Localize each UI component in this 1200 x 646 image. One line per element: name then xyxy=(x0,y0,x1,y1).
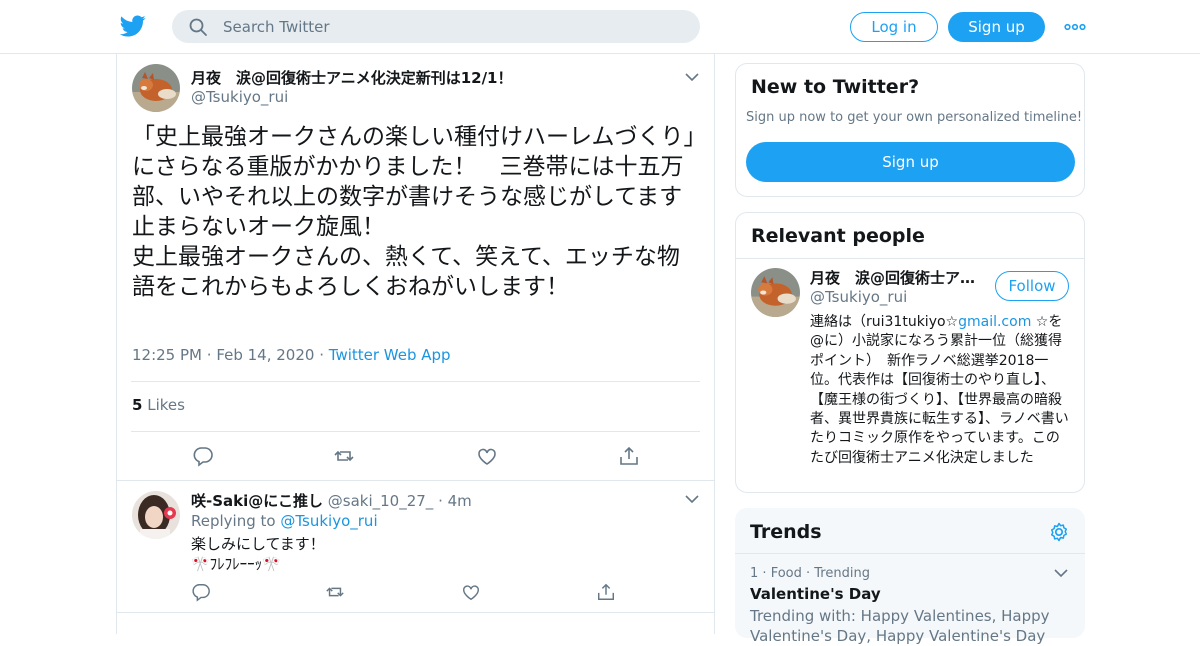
reply-text: 楽しみにしてます！ 🎌ﾌﾚﾌﾚｰｰｯ🎌 xyxy=(191,535,325,573)
tweet-text: 「史上最強オークさんの楽しい種付けハーレムづくり」にさらなる重版がかかりました！… xyxy=(132,124,696,300)
trend-category: Food xyxy=(770,566,802,581)
card-title: New to Twitter? xyxy=(751,76,920,98)
trend-meta: 1 · Food · Trending xyxy=(750,566,870,581)
share-icon[interactable] xyxy=(596,582,616,602)
reply-author[interactable]: 咲-Saki@にこ推し @saki_10_27_ · 4m xyxy=(191,490,472,511)
person-name[interactable]: 月夜 涙@回復術士ア… xyxy=(810,267,980,288)
chevron-down-icon[interactable] xyxy=(684,71,700,83)
person-handle[interactable]: @Tsukiyo_rui xyxy=(810,288,907,306)
trend-rank: 1 xyxy=(750,566,759,581)
reply-age[interactable]: 4m xyxy=(448,492,472,510)
avatar[interactable] xyxy=(132,64,180,112)
search-placeholder: Search Twitter xyxy=(223,18,330,36)
relevant-people-card: Relevant people 月夜 涙@回復術士ア… @Tsukiyo_rui… xyxy=(735,212,1085,493)
twitter-bird-icon[interactable] xyxy=(120,13,146,39)
tweet-author-name[interactable]: 月夜 涙@回復術士アニメ化決定新刊は12/1！ xyxy=(191,67,513,88)
retweet-icon[interactable] xyxy=(333,445,355,467)
chevron-down-icon[interactable] xyxy=(684,493,700,505)
avatar[interactable] xyxy=(751,268,800,317)
replying-label: Replying to xyxy=(191,512,276,530)
reply-icon[interactable] xyxy=(191,582,211,602)
retweet-icon[interactable] xyxy=(325,582,345,602)
reply-icon[interactable] xyxy=(192,445,214,467)
tweet-date[interactable]: Feb 14, 2020 xyxy=(216,346,314,364)
likes-count[interactable]: 5 Likes xyxy=(132,396,185,414)
top-navigation-bar: Search Twitter Log in Sign up xyxy=(0,0,1200,54)
divider xyxy=(117,480,714,481)
share-icon[interactable] xyxy=(618,445,640,467)
tweet-meta: 12:25 PM · Feb 14, 2020 · Twitter Web Ap… xyxy=(132,346,451,364)
trend-name[interactable]: Valentine's Day xyxy=(750,585,881,603)
trends-card: Trends 1 · Food · Trending Valentine's D… xyxy=(735,508,1085,645)
trend-context: Trending with: Happy Valentines, Happy V… xyxy=(750,607,1050,645)
login-button[interactable]: Log in xyxy=(850,12,938,42)
tweet-source-link[interactable]: Twitter Web App xyxy=(329,346,451,364)
signup-button[interactable]: Sign up xyxy=(948,12,1045,42)
gear-icon[interactable] xyxy=(1048,521,1070,543)
trend-status: Trending xyxy=(814,566,870,581)
replying-to: Replying to @Tsukiyo_rui xyxy=(191,512,378,530)
divider xyxy=(117,612,714,613)
follow-button[interactable]: Follow xyxy=(995,271,1069,301)
card-subtitle: Sign up now to get your own personalized… xyxy=(746,110,1083,125)
card-title: Trends xyxy=(750,521,822,543)
bio-text: 連絡は（rui31tukiyo☆ xyxy=(810,314,959,330)
search-icon xyxy=(189,18,207,36)
divider xyxy=(131,381,700,382)
like-icon[interactable] xyxy=(461,582,481,602)
reply-author-handle[interactable]: @saki_10_27_ xyxy=(328,492,434,510)
new-to-twitter-card: New to Twitter? Sign up now to get your … xyxy=(735,63,1085,197)
card-title: Relevant people xyxy=(751,225,925,247)
sidebar-signup-button[interactable]: Sign up xyxy=(746,142,1075,182)
divider xyxy=(131,431,700,432)
bio-link[interactable]: gmail.com xyxy=(958,314,1031,330)
search-input[interactable]: Search Twitter xyxy=(172,10,700,43)
chevron-down-icon[interactable] xyxy=(1053,567,1069,579)
like-icon[interactable] xyxy=(476,445,498,467)
reply-avatar[interactable] xyxy=(132,491,180,539)
divider xyxy=(736,258,1084,259)
replying-to-link[interactable]: @Tsukiyo_rui xyxy=(280,512,377,530)
likes-number: 5 xyxy=(132,396,143,414)
likes-label: Likes xyxy=(147,396,185,414)
bio-text: ☆を@に）小説家になろう累計一位（総獲得ポイント） 新作ラノベ総選挙2018一位… xyxy=(810,314,1069,466)
tweet-time[interactable]: 12:25 PM xyxy=(132,346,202,364)
person-bio: 連絡は（rui31tukiyo☆gmail.com ☆を@に）小説家になろう累計… xyxy=(810,313,1072,468)
divider xyxy=(735,553,1085,554)
main-timeline-column: 月夜 涙@回復術士アニメ化決定新刊は12/1！ @Tsukiyo_rui 「史上… xyxy=(116,54,715,634)
reply-author-name[interactable]: 咲-Saki@にこ推し xyxy=(191,492,323,510)
more-dots-icon[interactable] xyxy=(1064,17,1086,37)
tweet-author-handle[interactable]: @Tsukiyo_rui xyxy=(191,88,288,106)
